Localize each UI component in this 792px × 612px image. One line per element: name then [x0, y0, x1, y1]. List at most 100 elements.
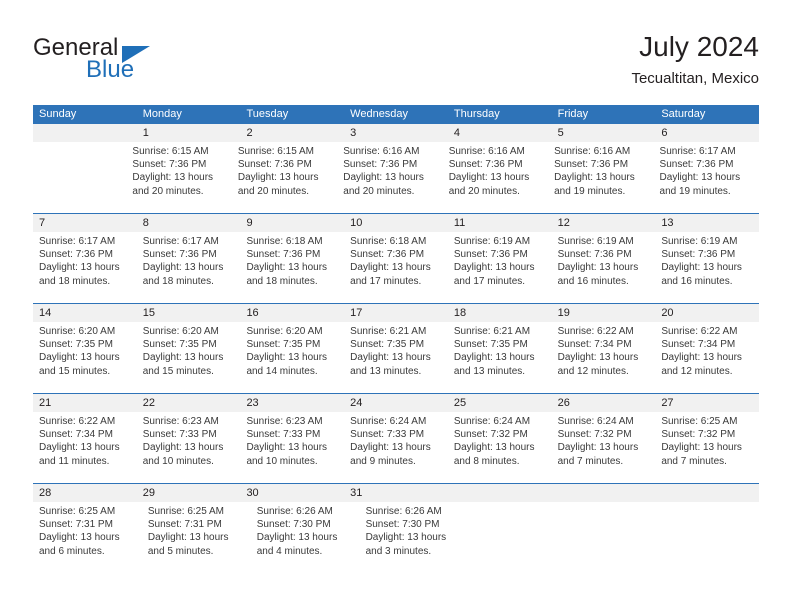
- day-cell[interactable]: Sunrise: 6:19 AM Sunset: 7:36 PM Daylight:…: [448, 232, 552, 303]
- day-info-line: Daylight: 13 hours: [343, 172, 424, 184]
- day-cell[interactable]: Sunrise: 6:26 AM Sunset: 7:30 PM Daylight:…: [251, 502, 360, 573]
- day-number[interactable]: 30: [240, 484, 344, 502]
- day-number[interactable]: 10: [344, 214, 448, 232]
- day-cell[interactable]: Sunrise: 6:24 AM Sunset: 7:33 PM Daylight:…: [344, 412, 448, 483]
- day-cell[interactable]: Sunrise: 6:19 AM Sunset: 7:36 PM Daylight:…: [655, 232, 759, 303]
- day-number[interactable]: 25: [448, 394, 552, 412]
- day-number[interactable]: 6: [655, 124, 759, 142]
- day-number[interactable]: 22: [137, 394, 241, 412]
- day-info-line: and 7 minutes.: [661, 455, 727, 467]
- day-number[interactable]: 14: [33, 304, 137, 322]
- day-cell[interactable]: Sunrise: 6:25 AM Sunset: 7:31 PM Daylight:…: [33, 502, 142, 573]
- day-info-line: Daylight: 13 hours: [39, 442, 120, 454]
- day-info-line: Sunrise: 6:25 AM: [661, 416, 738, 427]
- day-number[interactable]: 17: [344, 304, 448, 322]
- day-number[interactable]: 13: [655, 214, 759, 232]
- day-cell[interactable]: Sunrise: 6:17 AM Sunset: 7:36 PM Daylight:…: [33, 232, 137, 303]
- day-info-line: Sunrise: 6:17 AM: [142, 236, 219, 247]
- day-cell[interactable]: Sunrise: 6:18 AM Sunset: 7:36 PM Daylight:…: [240, 232, 344, 303]
- day-cell[interactable]: Sunrise: 6:17 AM Sunset: 7:36 PM Daylight:…: [654, 142, 759, 213]
- day-cell[interactable]: Sunrise: 6:22 AM Sunset: 7:34 PM Daylight:…: [552, 322, 656, 393]
- day-cell[interactable]: Sunrise: 6:21 AM Sunset: 7:35 PM Daylight:…: [448, 322, 552, 393]
- logo-text-blue: Blue: [86, 56, 135, 83]
- day-info-line: Daylight: 13 hours: [246, 262, 328, 274]
- day-cell[interactable]: Sunrise: 6:17 AM Sunset: 7:36 PM Daylight:…: [137, 232, 241, 303]
- day-info-line: Daylight: 13 hours: [39, 262, 120, 274]
- day-number[interactable]: 7: [33, 214, 137, 232]
- day-cell[interactable]: Sunrise: 6:16 AM Sunset: 7:36 PM Daylight:…: [443, 142, 548, 213]
- day-number[interactable]: 3: [344, 124, 448, 142]
- day-number[interactable]: 26: [552, 394, 656, 412]
- day-info-line: and 10 minutes.: [246, 455, 318, 467]
- week-body-row: Sunrise: 6:25 AM Sunset: 7:31 PM Daylight:…: [33, 502, 759, 573]
- day-header-tuesday: Tuesday: [246, 108, 289, 120]
- day-number[interactable]: 4: [448, 124, 552, 142]
- day-cell[interactable]: Sunrise: 6:21 AM Sunset: 7:35 PM Daylight:…: [344, 322, 448, 393]
- day-info-line: Sunset: 7:34 PM: [39, 429, 113, 441]
- day-cell[interactable]: Sunrise: 6:15 AM Sunset: 7:36 PM Daylight:…: [126, 142, 231, 213]
- day-info-line: Sunset: 7:34 PM: [661, 339, 736, 351]
- day-cell[interactable]: Sunrise: 6:20 AM Sunset: 7:35 PM Daylight:…: [137, 322, 241, 393]
- general-blue-logo[interactable]: General Blue: [33, 34, 213, 92]
- day-info-line: Sunset: 7:36 PM: [557, 249, 632, 261]
- day-cell[interactable]: Sunrise: 6:16 AM Sunset: 7:36 PM Daylight:…: [337, 142, 442, 213]
- day-cell[interactable]: Sunrise: 6:23 AM Sunset: 7:33 PM Daylight:…: [240, 412, 344, 483]
- day-number[interactable]: 16: [240, 304, 344, 322]
- day-cell[interactable]: Sunrise: 6:24 AM Sunset: 7:32 PM Daylight:…: [552, 412, 656, 483]
- day-cell[interactable]: Sunrise: 6:18 AM Sunset: 7:36 PM Daylight:…: [344, 232, 448, 303]
- day-number[interactable]: 8: [137, 214, 241, 232]
- day-number[interactable]: 2: [240, 124, 344, 142]
- day-info-line: Daylight: 13 hours: [132, 172, 214, 184]
- day-number[interactable]: 18: [448, 304, 552, 322]
- day-number[interactable]: 31: [344, 484, 448, 502]
- day-number[interactable]: 15: [137, 304, 241, 322]
- day-cell[interactable]: Sunrise: 6:19 AM Sunset: 7:36 PM Daylight:…: [552, 232, 656, 303]
- day-number[interactable]: 12: [552, 214, 656, 232]
- day-cell[interactable]: Sunrise: 6:20 AM Sunset: 7:35 PM Daylight:…: [240, 322, 344, 393]
- day-info-line: Sunset: 7:36 PM: [659, 159, 734, 171]
- day-info-line: Sunset: 7:33 PM: [350, 429, 425, 441]
- day-cell[interactable]: Sunrise: 6:24 AM Sunset: 7:32 PM Daylight:…: [448, 412, 552, 483]
- day-number[interactable]: 1: [137, 124, 241, 142]
- day-cell[interactable]: Sunrise: 6:22 AM Sunset: 7:34 PM Daylight:…: [655, 322, 759, 393]
- day-info-line: Sunrise: 6:26 AM: [365, 506, 442, 517]
- day-info-line: and 11 minutes.: [39, 455, 110, 467]
- calendar-page: General Blue July 2024 Tecualtitan, Mexi…: [0, 0, 792, 612]
- day-info-line: and 12 minutes.: [557, 365, 629, 377]
- day-number[interactable]: 9: [240, 214, 344, 232]
- day-cell[interactable]: Sunrise: 6:22 AM Sunset: 7:34 PM Daylight:…: [33, 412, 137, 483]
- day-number[interactable]: 28: [33, 484, 137, 502]
- day-info-line: Sunset: 7:32 PM: [453, 429, 528, 441]
- week-body-row: Sunrise: 6:15 AM Sunset: 7:36 PM Daylight:…: [33, 142, 759, 213]
- day-number[interactable]: 27: [655, 394, 759, 412]
- day-cell[interactable]: Sunrise: 6:25 AM Sunset: 7:31 PM Daylight:…: [142, 502, 251, 573]
- day-number[interactable]: 21: [33, 394, 137, 412]
- day-info-line: and 13 minutes.: [453, 365, 526, 377]
- day-cell[interactable]: Sunrise: 6:25 AM Sunset: 7:32 PM Daylight:…: [655, 412, 759, 483]
- day-info-line: Sunrise: 6:20 AM: [39, 326, 116, 337]
- day-info-line: and 6 minutes.: [39, 545, 105, 557]
- day-number[interactable]: 23: [240, 394, 344, 412]
- day-number[interactable]: 20: [655, 304, 759, 322]
- day-info-line: Daylight: 13 hours: [365, 532, 447, 544]
- day-info-line: Sunset: 7:35 PM: [39, 339, 113, 351]
- day-info-line: Sunset: 7:36 PM: [343, 159, 418, 171]
- day-number[interactable]: 19: [552, 304, 656, 322]
- day-cell[interactable]: Sunrise: 6:23 AM Sunset: 7:33 PM Daylight:…: [137, 412, 241, 483]
- day-info-line: Sunrise: 6:24 AM: [453, 416, 531, 427]
- day-number[interactable]: 24: [344, 394, 448, 412]
- empty-day-cell: [662, 502, 759, 573]
- day-number[interactable]: 5: [552, 124, 656, 142]
- day-number[interactable]: 29: [137, 484, 241, 502]
- day-cell[interactable]: Sunrise: 6:15 AM Sunset: 7:36 PM Daylight:…: [232, 142, 337, 213]
- day-info-line: Daylight: 13 hours: [142, 262, 224, 274]
- day-info-line: Sunset: 7:35 PM: [453, 339, 528, 351]
- day-cell[interactable]: Sunrise: 6:26 AM Sunset: 7:30 PM Daylight:…: [360, 502, 469, 573]
- day-cell[interactable]: Sunrise: 6:16 AM Sunset: 7:36 PM Daylight:…: [548, 142, 653, 213]
- day-cell[interactable]: Sunrise: 6:20 AM Sunset: 7:35 PM Daylight:…: [33, 322, 137, 393]
- day-number[interactable]: 11: [448, 214, 552, 232]
- calendar-week-row: 28 29 30 31 Sunrise: 6:25 AM Sunset: 7:31 PM D…: [33, 483, 759, 573]
- week-date-band: 21 22 23 24 25 26 27: [33, 394, 759, 412]
- day-info-line: and 16 minutes.: [557, 275, 629, 287]
- day-info-line: Sunset: 7:36 PM: [142, 249, 217, 261]
